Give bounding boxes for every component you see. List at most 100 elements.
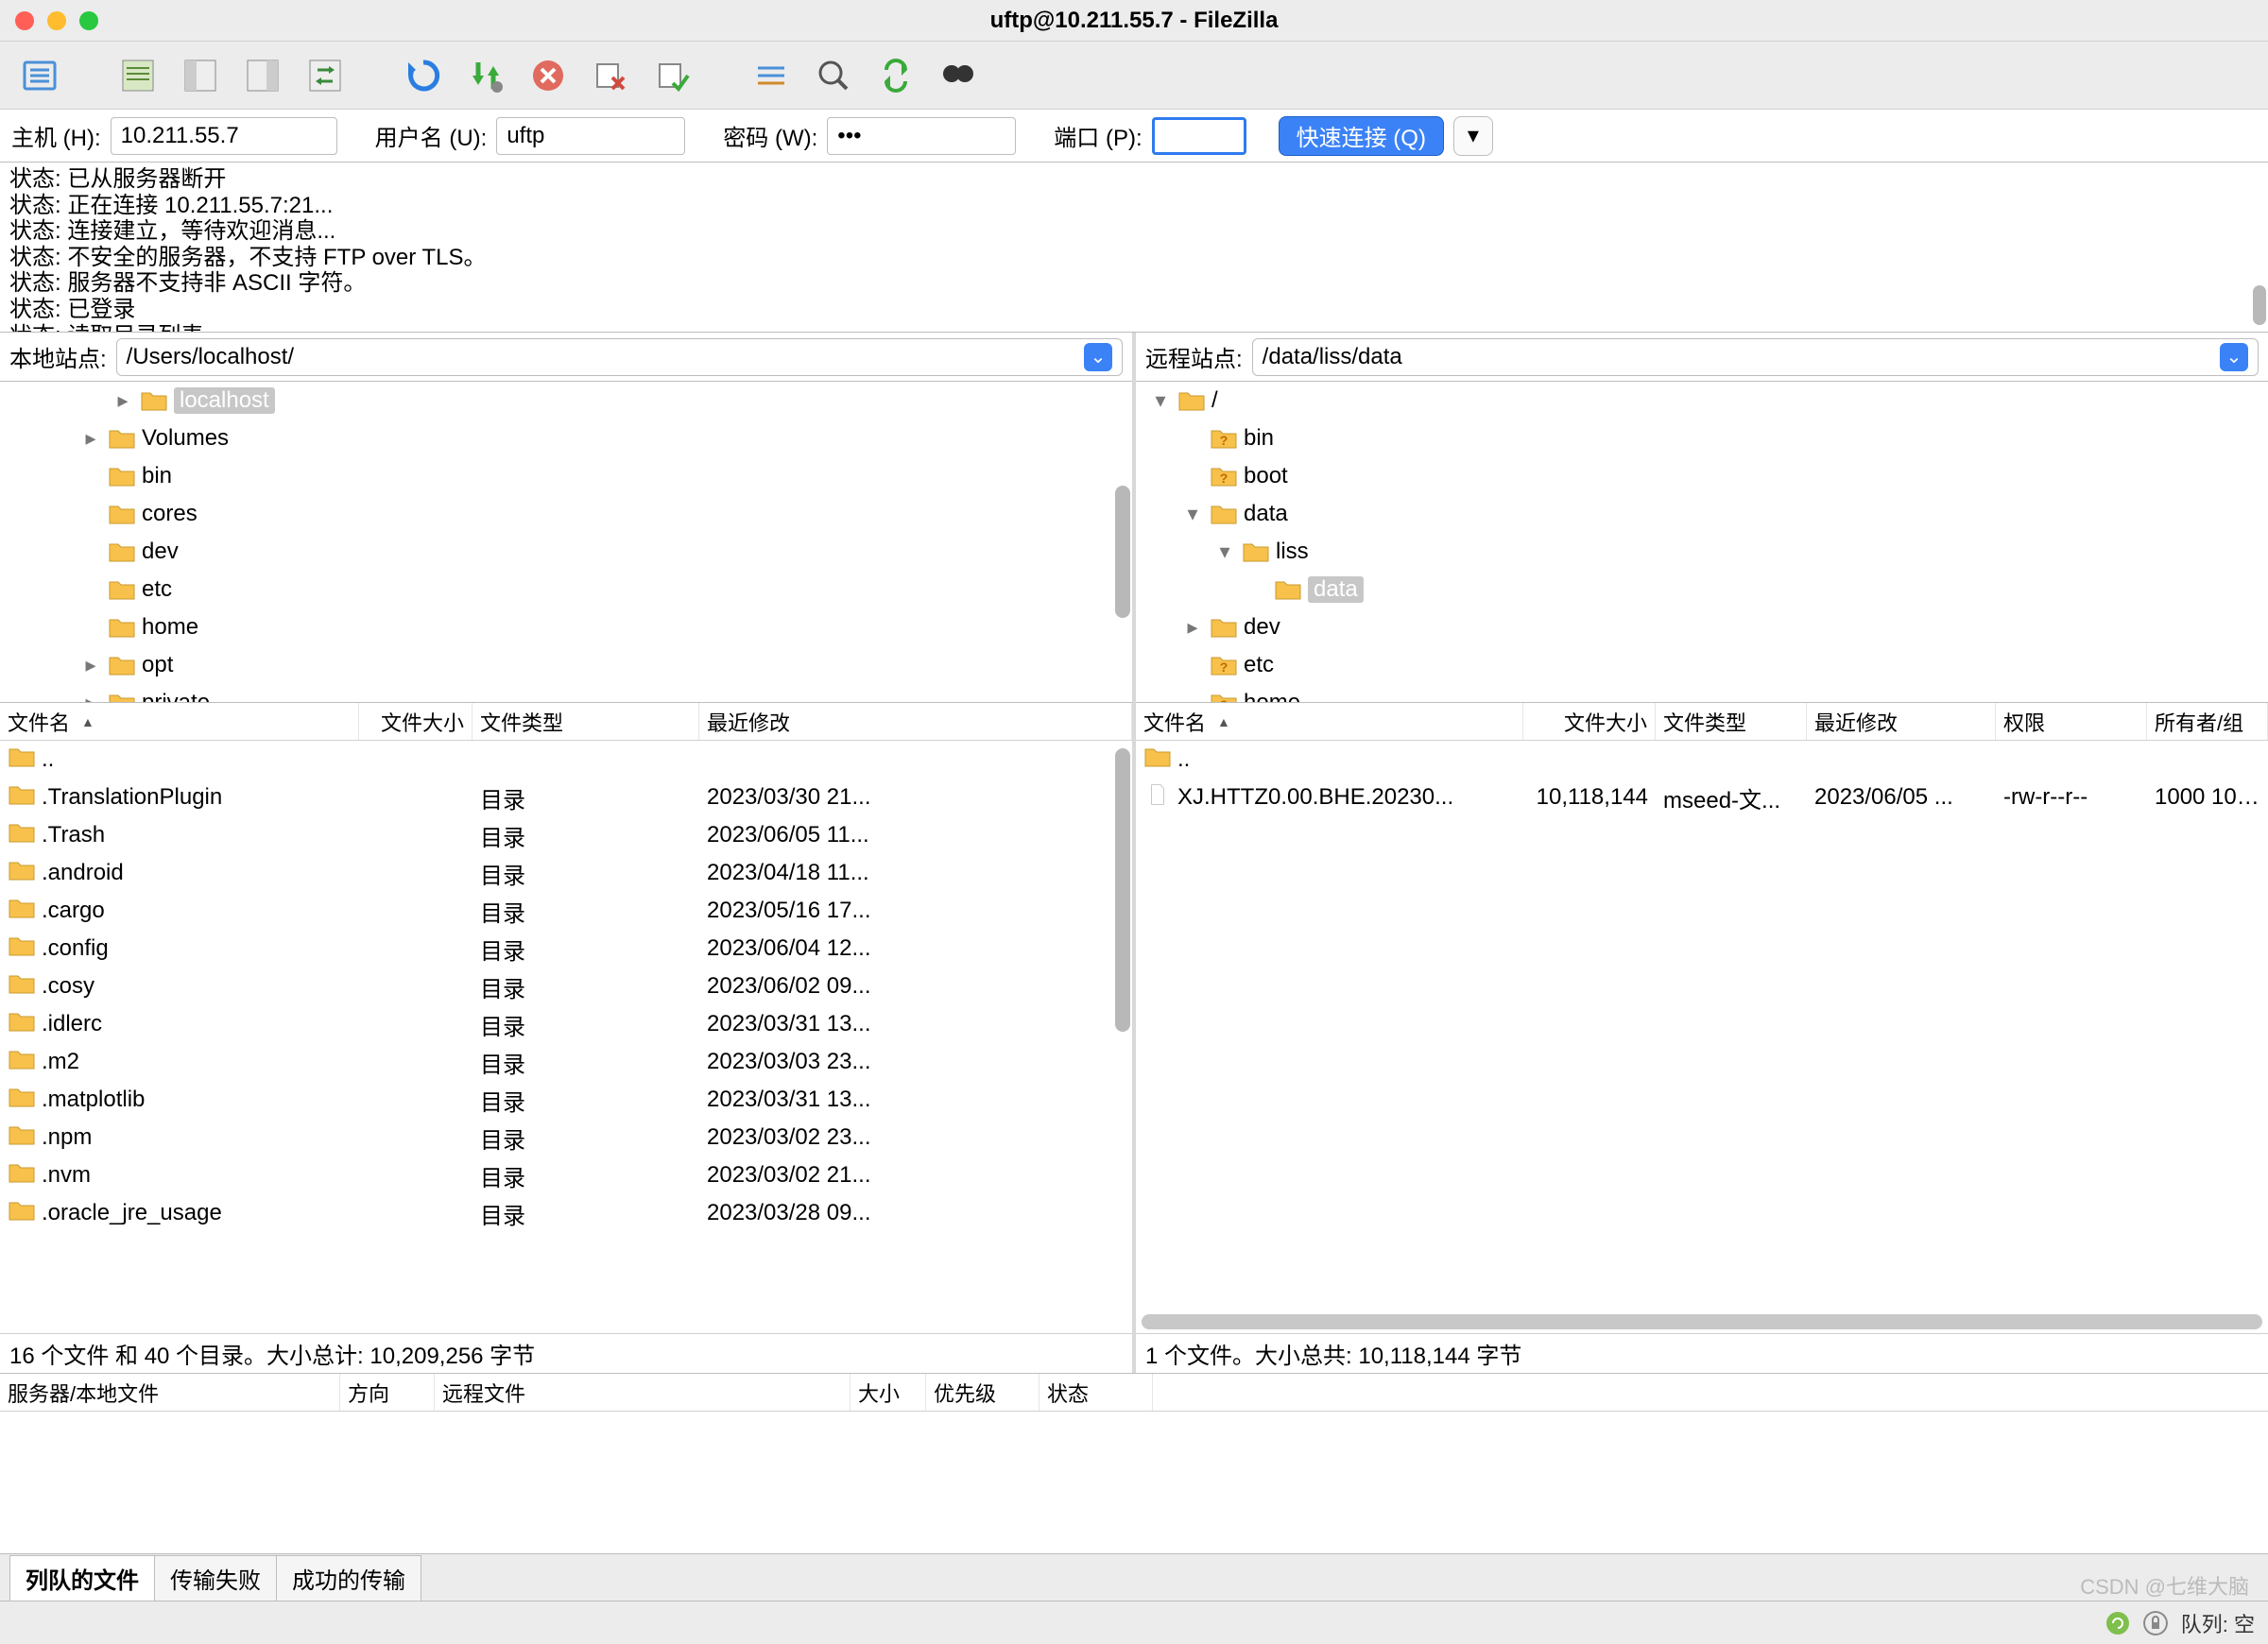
local-file-list-header[interactable]: 文件名 文件大小 文件类型 最近修改: [0, 703, 1132, 741]
file-row[interactable]: .cargo目录2023/05/16 17...: [0, 892, 1132, 930]
sync-browsing-button[interactable]: [869, 49, 922, 102]
column-priority[interactable]: 优先级: [926, 1374, 1040, 1411]
file-row[interactable]: XJ.HTTZ0.00.BHE.20230...10,118,144mseed-…: [1136, 779, 2268, 816]
column-size[interactable]: 文件大小: [1523, 703, 1656, 740]
tree-node[interactable]: ▸opt: [0, 646, 1132, 684]
tree-node[interactable]: ▾/: [1136, 382, 2268, 420]
search-remote-button[interactable]: [932, 49, 985, 102]
disclosure-triangle-icon[interactable]: ▸: [79, 653, 102, 677]
column-permissions[interactable]: 权限: [1996, 703, 2147, 740]
tree-node[interactable]: ▾data: [1136, 495, 2268, 533]
file-row[interactable]: .cosy目录2023/06/02 09...: [0, 968, 1132, 1005]
reconnect-button[interactable]: [646, 49, 699, 102]
local-file-list[interactable]: ...TranslationPlugin目录2023/03/30 21....T…: [0, 741, 1132, 1333]
host-input[interactable]: [111, 117, 337, 155]
tree-node[interactable]: etc: [0, 571, 1132, 608]
column-modified[interactable]: 最近修改: [1807, 703, 1996, 740]
file-row[interactable]: .TranslationPlugin目录2023/03/30 21...: [0, 779, 1132, 816]
transfer-queue-header[interactable]: 服务器/本地文件 方向 远程文件 大小 优先级 状态: [0, 1374, 2268, 1412]
column-direction[interactable]: 方向: [340, 1374, 435, 1411]
tree-node[interactable]: ?bin: [1136, 420, 2268, 457]
password-input[interactable]: [827, 117, 1016, 155]
remote-file-list-header[interactable]: 文件名 文件大小 文件类型 最近修改 权限 所有者/组: [1136, 703, 2268, 741]
tree-node[interactable]: dev: [0, 533, 1132, 571]
column-remote-file[interactable]: 远程文件: [435, 1374, 850, 1411]
remote-file-list[interactable]: ..XJ.HTTZ0.00.BHE.20230...10,118,144msee…: [1136, 741, 2268, 1333]
chevron-down-icon[interactable]: ⌄: [2220, 343, 2248, 371]
minimize-window-button[interactable]: [47, 11, 66, 30]
file-row[interactable]: .matplotlib目录2023/03/31 13...: [0, 1081, 1132, 1119]
quickconnect-dropdown-button[interactable]: ▾: [1453, 116, 1493, 156]
filter-button[interactable]: [745, 49, 798, 102]
close-window-button[interactable]: [15, 11, 34, 30]
remote-list-h-scrollbar[interactable]: [1142, 1314, 2262, 1329]
tree-node[interactable]: ▸localhost: [0, 382, 1132, 420]
local-path-input[interactable]: /Users/localhost/ ⌄: [116, 338, 1123, 376]
tree-node[interactable]: ?etc: [1136, 646, 2268, 684]
file-row[interactable]: .oracle_jre_usage目录2023/03/28 09...: [0, 1194, 1132, 1232]
column-name[interactable]: 文件名: [0, 703, 359, 740]
cancel-operation-button[interactable]: [522, 49, 575, 102]
toggle-message-log-button[interactable]: [112, 49, 164, 102]
remote-directory-tree[interactable]: ▾/?bin?boot▾data▾lissdata▸dev?etc?home: [1136, 382, 2268, 703]
maximize-window-button[interactable]: [79, 11, 98, 30]
disclosure-triangle-icon[interactable]: ▸: [112, 388, 134, 413]
message-log[interactable]: 状态: 已从服务器断开状态: 正在连接 10.211.55.7:21...状态:…: [0, 163, 2268, 333]
column-size[interactable]: 大小: [850, 1374, 926, 1411]
file-row[interactable]: .idlerc目录2023/03/31 13...: [0, 1005, 1132, 1043]
toggle-remote-tree-button[interactable]: [236, 49, 289, 102]
disclosure-triangle-icon[interactable]: ▾: [1213, 539, 1236, 564]
remote-path-input[interactable]: /data/liss/data ⌄: [1252, 338, 2259, 376]
tree-node[interactable]: ▸Volumes: [0, 420, 1132, 457]
file-row[interactable]: ..: [0, 741, 1132, 779]
toggle-transfer-queue-button[interactable]: [299, 49, 352, 102]
disconnect-button[interactable]: [584, 49, 637, 102]
disclosure-triangle-icon[interactable]: ▾: [1181, 502, 1204, 526]
file-row[interactable]: .npm目录2023/03/02 23...: [0, 1119, 1132, 1156]
tab-failed-transfers[interactable]: 传输失败: [154, 1555, 277, 1601]
file-row[interactable]: ..: [1136, 741, 2268, 779]
disclosure-triangle-icon[interactable]: ▸: [1181, 615, 1204, 640]
disclosure-triangle-icon[interactable]: ▸: [79, 426, 102, 451]
column-status[interactable]: 状态: [1040, 1374, 1153, 1411]
toggle-local-tree-button[interactable]: [174, 49, 227, 102]
disclosure-triangle-icon[interactable]: ▾: [1149, 388, 1172, 413]
local-list-scrollbar[interactable]: [1115, 748, 1130, 1032]
port-input[interactable]: [1152, 117, 1246, 155]
column-type[interactable]: 文件类型: [472, 703, 699, 740]
file-row[interactable]: .Trash目录2023/06/05 11...: [0, 816, 1132, 854]
tree-node[interactable]: home: [0, 608, 1132, 646]
log-scrollbar[interactable]: [2253, 285, 2266, 325]
chevron-down-icon[interactable]: ⌄: [1084, 343, 1112, 371]
local-tree-scrollbar[interactable]: [1115, 486, 1130, 618]
tree-node[interactable]: ▾liss: [1136, 533, 2268, 571]
column-owner[interactable]: 所有者/组: [2147, 703, 2268, 740]
column-modified[interactable]: 最近修改: [699, 703, 1132, 740]
tree-node[interactable]: data: [1136, 571, 2268, 608]
tree-node[interactable]: ▸private: [0, 684, 1132, 703]
column-server[interactable]: 服务器/本地文件: [0, 1374, 340, 1411]
file-row[interactable]: .nvm目录2023/03/02 21...: [0, 1156, 1132, 1194]
disclosure-triangle-icon[interactable]: ▸: [79, 691, 102, 703]
site-manager-button[interactable]: [13, 49, 66, 102]
tab-queued-files[interactable]: 列队的文件: [9, 1555, 155, 1601]
tree-node[interactable]: ?home: [1136, 684, 2268, 703]
file-row[interactable]: .m2目录2023/03/03 23...: [0, 1043, 1132, 1081]
transfer-queue[interactable]: [0, 1412, 2268, 1553]
process-queue-button[interactable]: [459, 49, 512, 102]
tree-node[interactable]: cores: [0, 495, 1132, 533]
tree-node[interactable]: ▸dev: [1136, 608, 2268, 646]
file-row[interactable]: .android目录2023/04/18 11...: [0, 854, 1132, 892]
tree-node[interactable]: ?boot: [1136, 457, 2268, 495]
column-size[interactable]: 文件大小: [359, 703, 472, 740]
column-type[interactable]: 文件类型: [1656, 703, 1807, 740]
column-name[interactable]: 文件名: [1136, 703, 1523, 740]
file-row[interactable]: .config目录2023/06/04 12...: [0, 930, 1132, 968]
local-directory-tree[interactable]: ▸localhost▸Volumesbincoresdevetchome▸opt…: [0, 382, 1132, 703]
tree-node[interactable]: bin: [0, 457, 1132, 495]
username-input[interactable]: [496, 117, 685, 155]
directory-comparison-button[interactable]: [807, 49, 860, 102]
refresh-button[interactable]: [397, 49, 450, 102]
quickconnect-button[interactable]: 快速连接 (Q): [1279, 116, 1444, 156]
tab-successful-transfers[interactable]: 成功的传输: [276, 1555, 421, 1601]
